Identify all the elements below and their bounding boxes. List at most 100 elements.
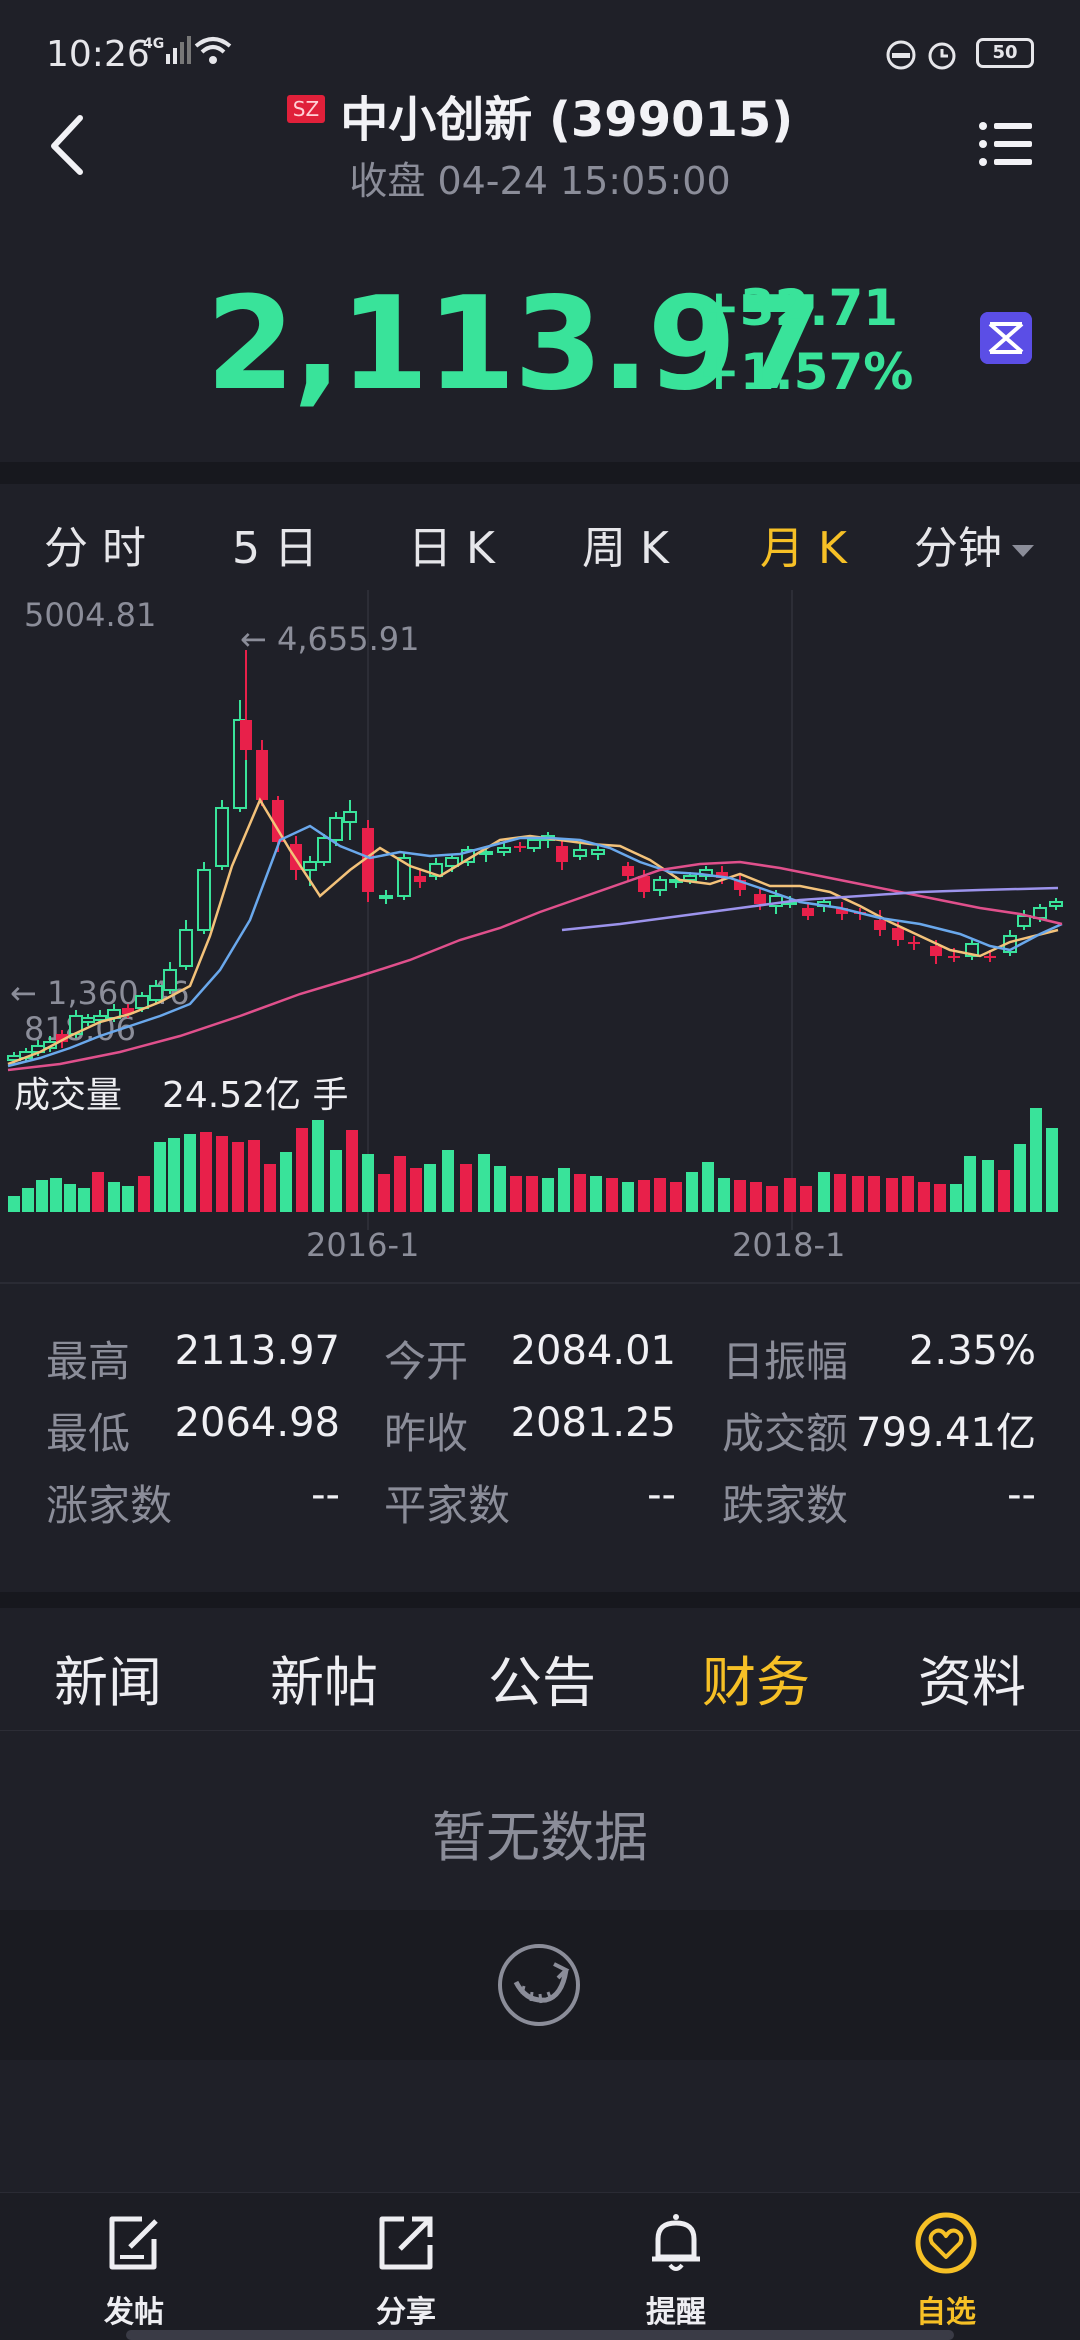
volume-bar [1046,1128,1058,1212]
tab-financials[interactable]: 财务 [702,1638,810,1717]
volume-bar [22,1188,34,1212]
empty-state-text: 暂无数据 [432,1806,648,1869]
volume-bar [998,1170,1010,1212]
volume-bar [784,1178,796,1212]
tab-minutes[interactable]: 分钟 [914,512,1034,576]
chevron-down-icon [1012,545,1034,557]
volume-bar [64,1184,76,1212]
volume-bar [50,1178,62,1212]
nav-watchlist[interactable]: 自选 [846,2193,1046,2340]
page-subtitle: 收盘 04-24 15:05:00 [349,159,731,203]
tab-weekly-k[interactable]: 周 K [582,512,669,576]
candle-body [256,750,268,800]
divider [0,462,1080,484]
volume-bar [834,1174,846,1212]
title-row: SZ 中小创新 (399015) [0,80,1080,150]
volume-bar [312,1120,324,1212]
candle-body [514,846,526,848]
volume-bar [670,1182,682,1212]
candle-body [93,1015,107,1021]
volume-bar [734,1180,746,1212]
candle-body [1049,901,1063,907]
divider [0,1282,1080,1284]
candle-body [527,839,541,849]
volume-bar [248,1140,260,1212]
volume-bar [78,1188,90,1212]
candle-body [573,849,587,857]
quote-stats: 最高 2113.97 今开 2084.01 日振幅 2.35% 最低 2064.… [0,1300,1080,1600]
stat-value-amplitude: 2.35% [908,1328,1036,1374]
volume-bars [8,1108,1058,1212]
header: SZ 中小创新 (399015) 收盘 04-24 15:05:00 [0,70,1080,210]
volume-bar [92,1172,104,1212]
candle-body [1017,915,1031,927]
price-change: +32.71 +1.57% [698,276,913,404]
volume-bar [330,1150,342,1212]
volume-bar [216,1136,228,1212]
volume-bar [526,1176,538,1212]
volume-bar [766,1186,778,1212]
menu-icon[interactable] [978,116,1034,172]
app-logo-icon [498,1944,580,2026]
stat-row: 最低 2064.98 昨收 2081.25 成交额 799.41亿 [0,1400,1080,1472]
tab-posts[interactable]: 新帖 [270,1638,378,1717]
candle-body [414,876,426,882]
candle-body [329,817,343,841]
tab-monthly-k[interactable]: 月 K [760,512,847,576]
tab-daily-k[interactable]: 日 K [408,512,495,576]
volume-bar [494,1166,506,1212]
nav-alert-label: 提醒 [646,2295,706,2330]
page-title: 中小创新 (399015) [340,92,794,148]
volume-bar [346,1130,358,1212]
volume-bar [918,1182,930,1212]
tab-profile[interactable]: 资料 [918,1638,1026,1717]
wifi-icon [194,37,232,64]
ma10-line [7,824,1063,1068]
tab-announcements[interactable]: 公告 [488,1638,596,1717]
kline-plot [7,590,1063,1230]
volume-bar [510,1176,522,1212]
dnd-icon [886,40,916,70]
tab-news[interactable]: 新闻 [54,1638,162,1717]
volume-bar [852,1176,864,1212]
stat-value-advancers: -- [311,1472,340,1518]
volume-bar [886,1178,898,1212]
volume-bar [232,1142,244,1212]
share-icon [379,2216,433,2270]
volume-bar [542,1178,554,1212]
candle-body [149,985,163,1001]
battery-indicator: 50 [976,38,1034,68]
tab-5day[interactable]: 5 日 [232,512,318,576]
volume-bar [654,1178,666,1212]
stat-value-low: 2064.98 [174,1400,340,1446]
candle-body [497,847,511,853]
candle-body [754,894,766,904]
nav-post[interactable]: 发帖 [34,2193,234,2340]
candle-body [622,866,634,876]
volume-bar [138,1176,150,1212]
nav-share[interactable]: 分享 [306,2193,506,2340]
kline-chart[interactable]: 5004.81 ← 4,655.91 ← 1,360.46 818.06 成交量… [0,590,1080,1280]
signal-icon [166,36,191,64]
volume-bar [154,1142,166,1212]
volume-bar [280,1152,292,1212]
volume-bar [606,1178,618,1212]
candle-body [874,920,886,930]
tab-minutes-label: 分钟 [914,523,1002,574]
empty-state: 暂无数据 [0,1730,1080,1910]
candle-body [197,869,211,931]
volume-bar [622,1182,634,1212]
candle-body [240,720,252,750]
stat-label-high: 最高 [46,1337,131,1386]
volume-bar [1014,1144,1026,1212]
candle-body [556,846,568,862]
nav-alert[interactable]: 提醒 [576,2193,776,2340]
change-value: +32.71 [698,279,899,337]
tab-intraday[interactable]: 分 时 [44,512,146,576]
candle-body [653,879,667,891]
volume-bar [558,1168,570,1212]
stat-value-turnover: 799.41亿 [856,1410,1036,1456]
bell-icon [652,2214,700,2271]
compare-icon[interactable] [980,312,1032,364]
candle-body [591,849,605,855]
